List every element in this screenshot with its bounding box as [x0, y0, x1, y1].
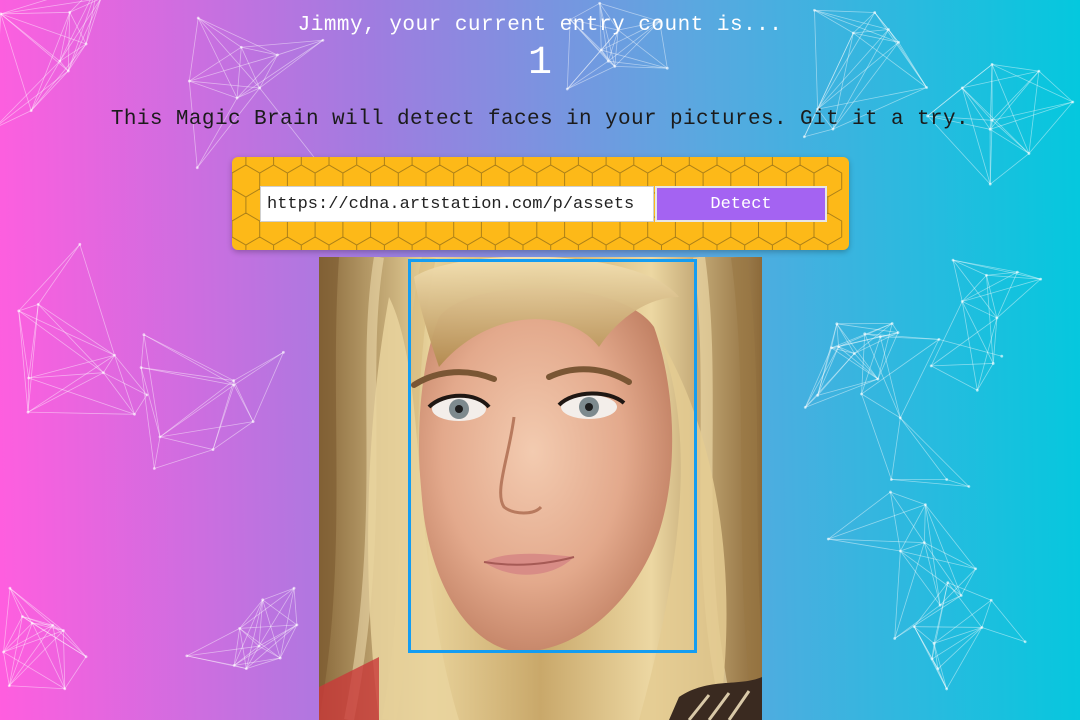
image-url-form: Detect [232, 157, 849, 250]
face-bounding-box [408, 259, 697, 653]
app-description: This Magic Brain will detect faces in yo… [110, 108, 970, 131]
image-url-input[interactable] [260, 186, 654, 222]
detect-button[interactable]: Detect [655, 186, 827, 222]
entry-count-greeting: Jimmy, your current entry count is... [297, 14, 783, 37]
result-image-container [319, 257, 762, 720]
entry-count-value: 1 [527, 41, 552, 86]
